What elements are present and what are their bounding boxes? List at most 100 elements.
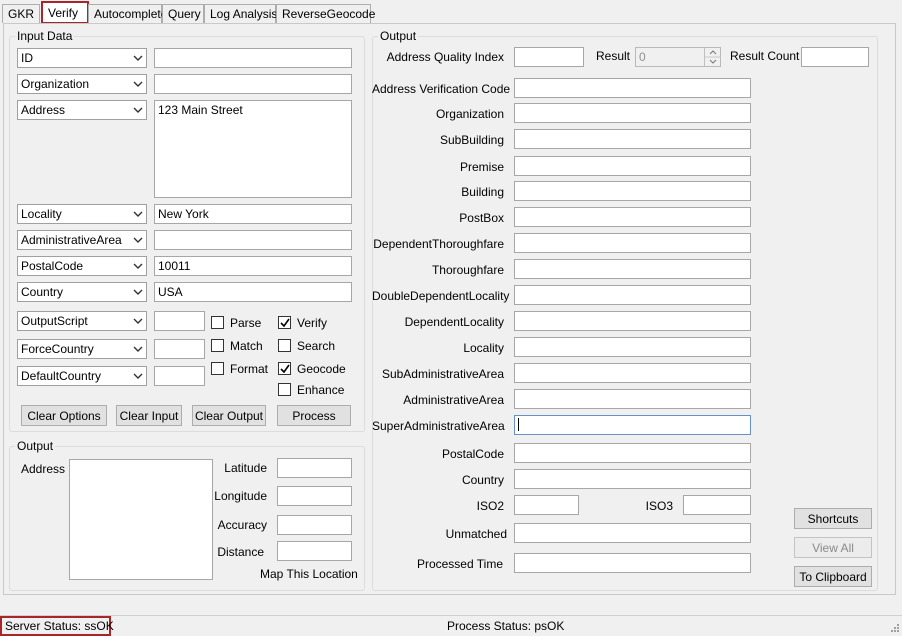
administrativearea-combo[interactable]: AdministrativeArea [17, 230, 147, 250]
verify-label: Verify [297, 316, 328, 330]
view-all-button[interactable]: View All [794, 537, 872, 558]
spinner-arrows-icon [705, 50, 721, 64]
forcecountry-combo[interactable]: ForceCountry [17, 339, 147, 359]
tab-reversegeocode[interactable]: ReverseGeocode [276, 4, 375, 23]
dependentthoroughfare-label: DependentThoroughfare [373, 237, 504, 251]
tab-verify[interactable]: Verify [41, 1, 89, 24]
spinner-buttons[interactable] [704, 48, 721, 66]
administrativearea-output-field[interactable] [514, 389, 751, 409]
chevron-down-icon [133, 51, 143, 65]
result-spinner[interactable]: 0 [635, 47, 721, 67]
country-combo[interactable]: Country [17, 282, 147, 302]
doubledependentlocality-output-field[interactable] [514, 285, 751, 305]
administrativearea-combo-label: AdministrativeArea [21, 233, 122, 247]
subbuilding-output-field[interactable] [514, 129, 751, 149]
subadministrativearea-label: SubAdministrativeArea [381, 367, 504, 381]
accuracy-field[interactable] [277, 515, 352, 535]
unmatched-label: Unmatched [445, 527, 507, 541]
administrativearea-input[interactable] [154, 230, 352, 250]
locality-combo[interactable]: Locality [17, 204, 147, 224]
forcecountry-input[interactable] [154, 339, 205, 359]
country-output-field[interactable] [514, 469, 751, 489]
postalcode-output-field[interactable] [514, 443, 751, 463]
building-output-field[interactable] [514, 181, 751, 201]
defaultcountry-combo[interactable]: DefaultCountry [17, 366, 147, 386]
latitude-label: Latitude [224, 461, 267, 475]
checkmark-icon [280, 318, 290, 328]
geocode-label: Geocode [297, 362, 346, 376]
postbox-output-field[interactable] [514, 207, 751, 227]
geo-address-box[interactable] [69, 459, 213, 580]
dependentthoroughfare-output-field[interactable] [514, 233, 751, 253]
address-combo[interactable]: Address [17, 100, 147, 120]
clear-output-button[interactable]: Clear Output [192, 405, 266, 426]
administrativearea-label: AdministrativeArea [403, 393, 504, 407]
clear-options-button[interactable]: Clear Options [21, 405, 107, 426]
to-clipboard-button[interactable]: To Clipboard [794, 566, 872, 587]
aqi-label: Address Quality Index [386, 50, 504, 64]
postalcode-combo[interactable]: PostalCode [17, 256, 147, 276]
result-count-label: Result Count [730, 49, 800, 63]
parse-checkbox[interactable] [211, 316, 224, 329]
organization-input[interactable] [154, 74, 352, 94]
id-combo[interactable]: ID [17, 48, 147, 68]
postalcode-input[interactable]: 10011 [154, 256, 352, 276]
premise-output-field[interactable] [514, 156, 751, 176]
tab-query[interactable]: Query [162, 4, 204, 23]
dependentlocality-output-field[interactable] [514, 311, 751, 331]
map-location-link[interactable]: Map This Location [260, 567, 358, 581]
geo-address-label: Address [21, 462, 66, 476]
locality-output-field[interactable] [514, 337, 751, 357]
process-status: Process Status: psOK [447, 619, 565, 633]
thoroughfare-output-field[interactable] [514, 259, 751, 279]
process-button[interactable]: Process [277, 405, 351, 426]
tab-gkr[interactable]: GKR [2, 4, 40, 23]
organization-combo[interactable]: Organization [17, 74, 147, 94]
match-checkbox[interactable] [211, 339, 224, 352]
resize-grip-icon[interactable] [888, 623, 900, 635]
longitude-field[interactable] [277, 486, 352, 506]
iso3-field[interactable] [683, 495, 751, 515]
status-bar: Server Status: ssOK Process Status: psOK [0, 615, 902, 636]
superadministrativearea-output-field[interactable] [514, 415, 751, 435]
enhance-checkbox[interactable] [278, 383, 291, 396]
tab-log-analysis[interactable]: Log Analysis [204, 4, 277, 23]
latitude-field[interactable] [277, 458, 352, 478]
input-data-title: Input Data [15, 29, 75, 43]
defaultcountry-input[interactable] [154, 366, 205, 386]
postalcode-combo-label: PostalCode [21, 259, 84, 273]
organization-output-field[interactable] [514, 103, 751, 123]
chevron-down-icon [133, 342, 143, 356]
verify-checkbox[interactable] [278, 316, 291, 329]
iso2-field[interactable] [514, 495, 579, 515]
shortcuts-button[interactable]: Shortcuts [794, 508, 872, 529]
subadministrativearea-output-field[interactable] [514, 363, 751, 383]
tab-autocomplete[interactable]: Autocomplete [88, 4, 167, 23]
unmatched-field[interactable] [514, 523, 751, 543]
outputscript-input[interactable] [154, 311, 205, 331]
chevron-down-icon [133, 314, 143, 328]
geocode-checkbox[interactable] [278, 362, 291, 375]
address-verification-code-output-field[interactable] [514, 78, 751, 98]
accuracy-label: Accuracy [217, 518, 267, 532]
country-input[interactable]: USA [154, 282, 352, 302]
organization-combo-label: Organization [21, 77, 90, 91]
distance-label: Distance [217, 545, 264, 559]
address-input[interactable]: 123 Main Street [154, 100, 352, 198]
processed-time-field[interactable] [514, 553, 751, 573]
distance-field[interactable] [277, 541, 352, 561]
aqi-field[interactable] [514, 47, 584, 67]
locality-combo-label: Locality [21, 207, 62, 221]
result-value: 0 [639, 50, 646, 64]
search-checkbox[interactable] [278, 339, 291, 352]
address-combo-label: Address [21, 103, 66, 117]
output-title: Output [378, 29, 419, 43]
locality-input[interactable]: New York [154, 204, 352, 224]
id-input[interactable] [154, 48, 352, 68]
result-count-field[interactable] [801, 47, 869, 67]
outputscript-combo[interactable]: OutputScript [17, 311, 147, 331]
chevron-down-icon [133, 285, 143, 299]
clear-input-button[interactable]: Clear Input [116, 405, 182, 426]
chevron-down-icon [133, 369, 143, 383]
format-checkbox[interactable] [211, 362, 224, 375]
